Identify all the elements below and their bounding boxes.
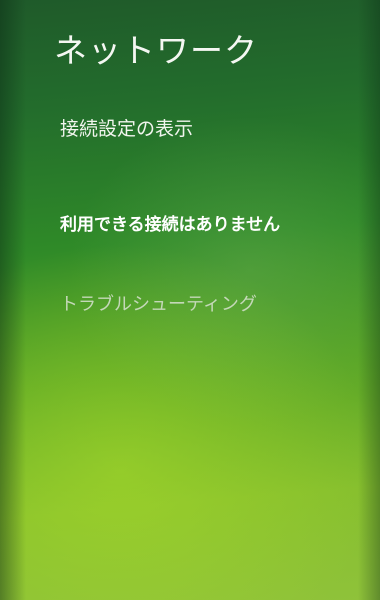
panel-title: ネットワーク bbox=[54, 31, 258, 70]
troubleshoot-link[interactable]: トラブルシューティング bbox=[60, 290, 257, 316]
view-connection-settings-link[interactable]: 接続設定の表示 bbox=[60, 114, 193, 141]
no-connections-status: 利用できる接続はありません bbox=[60, 215, 281, 235]
network-panel: ネットワーク 接続設定の表示 利用できる接続はありません トラブルシューティング bbox=[0, 0, 380, 600]
